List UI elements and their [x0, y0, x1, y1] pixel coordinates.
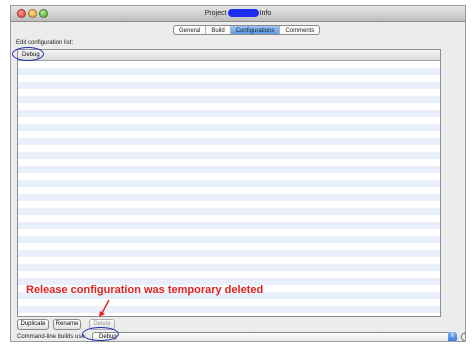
command-line-config-select[interactable]: Debug ⇕: [92, 332, 457, 341]
tab-comments[interactable]: Comments: [280, 26, 319, 34]
configuration-list[interactable]: Debug: [17, 49, 441, 317]
configuration-list-label: Edit configuration list:: [16, 40, 74, 46]
window-title: Project Info: [11, 9, 465, 17]
list-header: Debug: [18, 50, 440, 61]
tab-bar: General Build Configurations Comments: [173, 25, 321, 35]
annotation-text: Release configuration was temporary dele…: [26, 284, 264, 296]
highlight-ellipse-debug-header: [12, 47, 44, 61]
rename-button[interactable]: Rename: [53, 319, 81, 330]
window-title-suffix: Info: [259, 9, 272, 17]
configuration-rows[interactable]: [18, 61, 440, 316]
updown-arrows-icon: ⇕: [448, 332, 457, 341]
tab-general[interactable]: General: [174, 26, 207, 34]
tab-configurations[interactable]: Configurations: [230, 26, 281, 34]
title-bar[interactable]: Project Info: [11, 6, 465, 22]
duplicate-button[interactable]: Duplicate: [17, 319, 49, 330]
annotation-arrow-icon: [99, 299, 110, 317]
redacted-project-name: [227, 9, 259, 17]
highlight-ellipse-debug-select: [82, 327, 119, 341]
window-title-prefix: Project: [204, 9, 227, 17]
resize-grip-icon[interactable]: ⋰: [457, 333, 463, 340]
command-line-builds-label: Command-line builds use:: [17, 334, 87, 340]
tab-build[interactable]: Build: [206, 26, 231, 34]
